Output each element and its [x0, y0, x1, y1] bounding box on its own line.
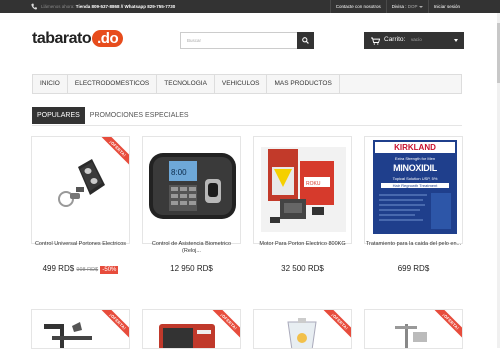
main-menu: INICIO ELECTRODOMESTICOS TECNOLOGIA VEHI…	[32, 74, 462, 94]
top-bar: Llámenos ahora: Tienda 809-537-8868 // W…	[0, 0, 500, 13]
contact-numbers: Tienda 809-537-8868 // Whatsapp 829-755-…	[75, 4, 176, 9]
product-price: 32 500 RD$	[281, 264, 324, 273]
tab-promociones[interactable]: PROMOCIONES ESPECIALES	[85, 107, 194, 124]
phone-icon	[31, 3, 37, 10]
search-button[interactable]	[297, 32, 314, 49]
menu-item-vehiculos[interactable]: VEHICULOS	[215, 75, 268, 93]
price-old: 998 RD$	[76, 267, 99, 273]
product-image[interactable]: ROKU	[254, 137, 352, 237]
product-card[interactable]: ¡OFERTA!	[364, 309, 463, 349]
box-text-lines	[379, 193, 451, 229]
chevron-down-icon	[418, 5, 423, 8]
menu-item-mas-productos[interactable]: MAS PRODUCTOS	[267, 75, 340, 93]
logo-text: tabarato	[32, 30, 92, 47]
search-icon	[302, 37, 309, 44]
product-tabs: POPULARES PROMOCIONES ESPECIALES	[32, 107, 194, 124]
chevron-down-icon	[454, 39, 458, 42]
site-logo[interactable]: tabarato .do	[32, 30, 124, 48]
search-box: Buscar	[180, 32, 314, 49]
discount-badge: -50%	[100, 266, 119, 274]
product-image[interactable]	[32, 137, 130, 237]
login-link[interactable]: Iniciar sesión	[427, 0, 465, 13]
contact-link[interactable]: Contacte con nosotros	[329, 0, 386, 13]
svg-text:8:00: 8:00	[171, 168, 187, 177]
product-price: 12 950 RD$	[170, 264, 213, 273]
product-card[interactable]: ¡OFERTA!	[31, 136, 130, 244]
cart-status: vacío	[411, 37, 422, 42]
contact-info: Llámenos ahora: Tienda 809-537-8868 // W…	[41, 4, 175, 9]
product-title[interactable]: Motor Para Porton Electrico 800KG	[253, 241, 352, 248]
product-title[interactable]: Tratamiento para la caida del pelo en...	[364, 241, 463, 248]
product-card[interactable]: 8:00	[142, 136, 241, 244]
cart-label: Carrito:	[384, 36, 406, 43]
product-title[interactable]: Control Universal Portones Electricos	[31, 241, 130, 248]
menu-item-inicio[interactable]: INICIO	[33, 75, 68, 93]
search-input[interactable]: Buscar	[187, 38, 201, 43]
product-price: 699 RD$	[397, 264, 430, 273]
cart-button[interactable]: Carrito: vacío	[364, 32, 464, 49]
menu-item-electrodomesticos[interactable]: ELECTRODOMESTICOS	[68, 75, 158, 93]
product-title[interactable]: Control de Asistencia Biometrico (Reloj.…	[142, 241, 241, 255]
contact-prefix: Llámenos ahora:	[41, 4, 75, 9]
product-card[interactable]: ¡OFERTA!	[31, 309, 130, 349]
tab-divider	[32, 125, 462, 126]
top-links: Contacte con nosotros Divisa : DOP Inici…	[329, 0, 465, 13]
product-card[interactable]: ¡OFERTA!	[142, 309, 241, 349]
currency-selector[interactable]: Divisa : DOP	[385, 0, 428, 13]
product-card[interactable]: ROKU	[253, 136, 352, 244]
product-card[interactable]: ¡OFERTA!	[253, 309, 352, 349]
logo-suffix: .do	[92, 30, 124, 47]
product-card[interactable]: KIRKLAND Extra Strength for Men MINOXIDI…	[364, 136, 463, 244]
svg-text:ROKU: ROKU	[306, 181, 321, 187]
menu-item-tecnologia[interactable]: TECNOLOGIA	[157, 75, 215, 93]
currency-value: DOP	[407, 4, 418, 9]
price-current: 499 RD$	[42, 264, 75, 273]
tab-populares[interactable]: POPULARES	[32, 107, 85, 124]
currency-label: Divisa :	[391, 4, 407, 9]
product-price: 499 RD$ 998 RD$ -50%	[31, 264, 130, 274]
cart-icon	[371, 37, 380, 45]
product-image[interactable]: 8:00	[143, 137, 241, 237]
